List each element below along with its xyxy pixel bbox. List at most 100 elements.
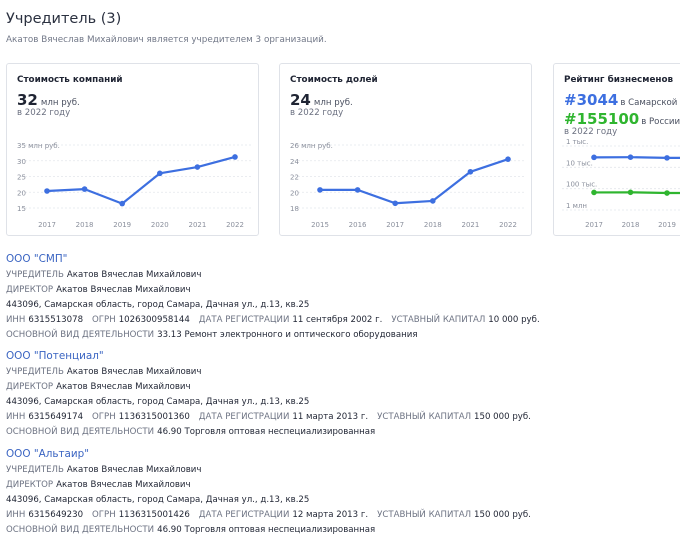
founder-row: УЧРЕДИТЕЛЬ Акатов Вячеслав Михайлович [6,268,540,283]
capital-label: УСТАВНЫЙ КАПИТАЛ [391,315,486,325]
capital-label: УСТАВНЫЙ КАПИТАЛ [377,412,472,422]
x-tick-label: 2017 [38,221,56,229]
director-link[interactable]: Акатов Вячеслав Михайлович [56,480,191,490]
director-label: ДИРЕКТОР [6,285,54,295]
reg-date-value: 11 сентября 2002 г. [292,315,383,325]
data-point[interactable] [467,168,474,175]
founder-link[interactable]: Акатов Вячеслав Михайлович [67,270,202,280]
series-line [320,158,509,205]
x-tick-label: 2017 [386,221,404,229]
address: 443096, Самарская область, город Самара,… [6,495,310,505]
director-row: ДИРЕКТОР Акатов Вячеслав Михайлович [6,283,540,298]
director-link[interactable]: Акатов Вячеслав Михайлович [56,382,191,392]
founder-label: УЧРЕДИТЕЛЬ [6,270,64,280]
activity-value: 46.90 Торговля оптовая неспециализирован… [157,427,376,437]
x-tick-label: 2017 [585,221,603,229]
activity-value: 46.90 Торговля оптовая неспециализирован… [157,525,376,535]
director-label: ДИРЕКТОР [6,382,54,392]
x-tick-label: 2020 [151,221,169,229]
company-value-card[interactable]: Стоимость компаний 32 млн руб. в 2022 год… [6,63,259,236]
director-link[interactable]: Акатов Вячеслав Михайлович [56,285,191,295]
data-point[interactable] [354,187,361,193]
activity-row: ОСНОВНОЙ ВИД ДЕЯТЕЛЬНОСТИ 33.13 Ремонт эл… [6,328,540,343]
organization-link[interactable]: ООО "Альтаир" [6,448,531,460]
data-point[interactable] [81,186,88,192]
organization-link[interactable]: ООО "СМП" [6,253,540,265]
data-point[interactable] [664,190,670,196]
founder-row: УЧРЕДИТЕЛЬ Акатов Вячеслав Михайлович [6,463,531,478]
company-value-chart: 15 20 25 30 35 млн руб. 2017 2018 2019 2020 2021 2… [17,142,251,229]
data-point[interactable] [591,154,597,161]
x-tick-label: 2015 [311,221,329,229]
activity-value: 33.13 Ремонт электронного и оптического … [157,330,418,340]
businessman-rating-card[interactable]: Рейтинг бизнесменов #3044в Самарской об … [553,63,680,236]
activity-label: ОСНОВНОЙ ВИД ДЕЯТЕЛЬНОСТИ [6,427,155,437]
x-tick-label: 2021 [188,221,206,229]
data-point[interactable] [119,200,125,207]
data-point[interactable] [157,170,163,177]
section-subtitle: Акатов Вячеслав Михайлович является учре… [6,35,327,45]
requisites-row: ИНН 6315513078 ОГРН 1026300958144 ДАТА РЕГИС… [6,313,540,328]
reg-date-value: 11 марта 2013 г. [292,412,369,422]
founder-link[interactable]: Акатов Вячеслав Михайлович [67,465,202,475]
ogrn-value: 1136315001360 [118,412,190,422]
address: 443096, Самарская область, город Самара,… [6,397,310,407]
y-tick-label: 26 млн руб. [290,142,333,150]
reg-date-value: 12 марта 2013 г. [292,510,369,520]
data-point[interactable] [664,155,670,161]
capital-value: 10 000 руб. [488,315,540,325]
capital-value: 150 000 руб. [474,510,531,520]
ogrn-label: ОГРН [92,315,116,325]
ogrn-label: ОГРН [92,412,116,422]
director-row: ДИРЕКТОР Акатов Вячеслав Михайлович [6,478,531,493]
organization-item: ООО "Альтаир" УЧРЕДИТЕЛЬ Акатов Вячеслав … [6,448,531,538]
y-tick-label: 1 млн [566,202,587,210]
x-tick-label: 2018 [76,221,94,229]
data-point[interactable] [591,189,597,196]
inn-value: 6315649230 [28,510,84,520]
organization-item: ООО "СМП" УЧРЕДИТЕЛЬ Акатов Вячеслав Миха… [6,253,540,343]
ogrn-value: 1136315001426 [118,510,190,520]
founder-link[interactable]: Акатов Вячеслав Михайлович [67,367,202,377]
activity-label: ОСНОВНОЙ ВИД ДЕЯТЕЛЬНОСТИ [6,330,155,340]
capital-value: 150 000 руб. [474,412,531,422]
y-tick-label: 25 [17,174,26,182]
founder-label: УЧРЕДИТЕЛЬ [6,465,64,475]
director-row: ДИРЕКТОР Акатов Вячеслав Михайлович [6,380,531,395]
data-point[interactable] [430,198,436,204]
ogrn-value: 1026300958144 [118,315,190,325]
y-tick-label: 30 [17,158,26,166]
data-point[interactable] [317,187,323,193]
capital-label: УСТАВНЫЙ КАПИТАЛ [377,510,472,520]
data-point[interactable] [44,188,50,194]
data-point[interactable] [194,164,201,170]
x-tick-label: 2016 [349,221,367,229]
x-tick-label: 2022 [499,221,517,229]
inn-label: ИНН [6,412,26,422]
y-tick-label: 20 [17,189,26,197]
data-point[interactable] [627,189,634,196]
share-value-card[interactable]: Стоимость долей 24 млн руб. в 2022 году 1… [279,63,532,236]
x-tick-label: 2018 [424,221,442,229]
y-tick-label: 1 тыс. [566,138,588,146]
data-point[interactable] [392,200,398,207]
x-tick-label: 2019 [113,221,131,229]
reg-date-label: ДАТА РЕГИСТРАЦИИ [198,412,290,422]
organization-item: ООО "Потенциал" УЧРЕДИТЕЛЬ Акатов Вячесла… [6,350,531,440]
data-point[interactable] [505,156,511,162]
ogrn-label: ОГРН [92,510,116,520]
activity-row: ОСНОВНОЙ ВИД ДЕЯТЕЛЬНОСТИ 46.90 Торговля … [6,425,531,440]
inn-label: ИНН [6,510,26,520]
activity-row: ОСНОВНОЙ ВИД ДЕЯТЕЛЬНОСТИ 46.90 Торговля … [6,523,531,538]
y-tick-label: 100 тыс. [566,181,597,189]
y-tick-label: 22 [290,174,299,182]
share-value-chart: 1820222426 млн руб.2015 2016 2017 2018 2021 2… [290,142,524,229]
section-title: Учредитель (3) [6,11,122,27]
data-point[interactable] [232,154,238,160]
requisites-row: ИНН 6315649230 ОГРН 1136315001426 ДАТА РЕГИС… [6,508,531,523]
director-label: ДИРЕКТОР [6,480,54,490]
x-tick-label: 2022 [226,221,244,229]
data-point[interactable] [627,154,634,161]
rating-chart: 1 тыс. 10 тыс. 100 тыс. 1 млн 2017 2018 2019 [562,138,680,229]
organization-link[interactable]: ООО "Потенциал" [6,350,531,362]
